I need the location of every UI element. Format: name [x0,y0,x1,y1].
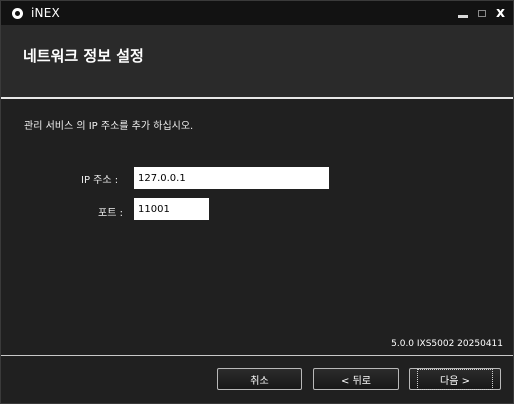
close-icon[interactable]: x [496,6,505,20]
next-button-label: 다음 > [417,368,493,390]
content-area: 관리 서비스 의 IP 주소를 추가 하십시오. IP 주소 : 포트 : 5.… [1,99,513,354]
port-label: 포트 : [98,208,123,219]
next-button[interactable]: 다음 > [409,368,501,390]
minimize-icon[interactable] [457,15,468,18]
cancel-button-label: 취소 [250,375,269,387]
app-logo-icon [12,7,23,19]
back-button-label: < 뒤로 [341,375,371,387]
title-bar: iNEX x [1,1,513,25]
ip-address-input[interactable] [134,167,329,189]
instruction-text: 관리 서비스 의 IP 주소를 추가 하십시오. [24,121,194,132]
ip-address-label: IP 주소 : [81,175,119,186]
maximize-icon[interactable] [477,9,486,17]
app-title: iNEX [31,6,60,20]
footer: 취소 < 뒤로 다음 > [1,356,513,403]
page-header: 네트워크 정보 설정 [1,25,513,97]
page-title: 네트워크 정보 설정 [23,47,144,65]
port-input[interactable] [134,198,209,220]
back-button[interactable]: < 뒤로 [313,368,399,390]
version-text: 5.0.0 IXS5002 20250411 [391,339,503,349]
installer-window: iNEX x 네트워크 정보 설정 관리 서비스 의 IP 주소를 추가 하십시… [0,0,514,404]
window-controls: x [457,1,505,25]
cancel-button[interactable]: 취소 [217,368,302,390]
